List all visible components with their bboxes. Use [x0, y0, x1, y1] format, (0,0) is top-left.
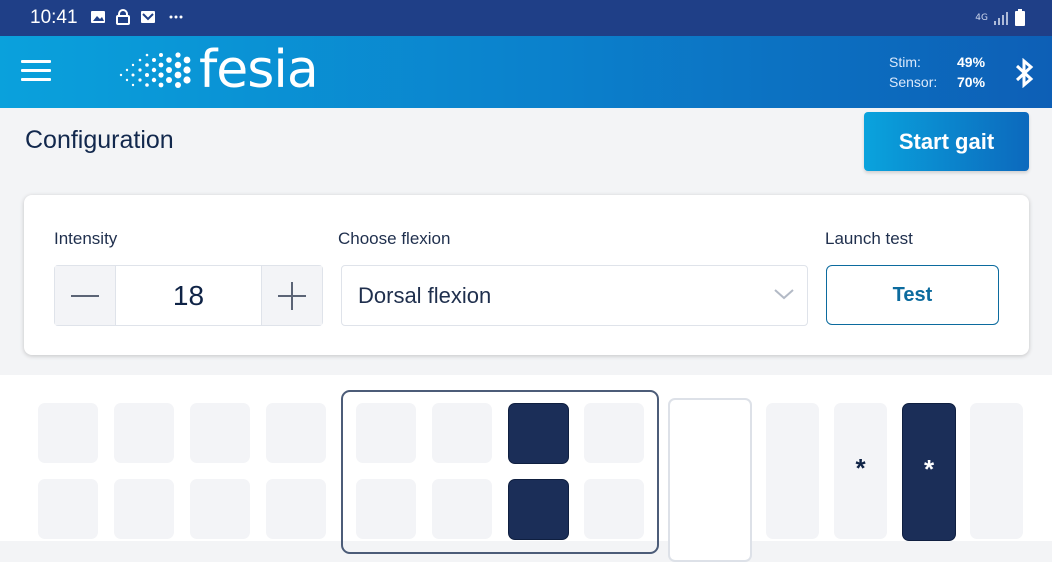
sensor-value: 70% — [957, 74, 986, 90]
electrode-pad-r1-c7-active[interactable] — [508, 403, 569, 464]
increase-intensity-button[interactable] — [261, 266, 322, 325]
sensor-label: Sensor: — [889, 74, 938, 90]
flexion-selected-value: Dorsal flexion — [358, 283, 492, 308]
electrode-pad-r1-c8[interactable] — [584, 403, 644, 463]
minus-icon — [71, 294, 99, 297]
more-dots-icon — [169, 15, 183, 19]
stim-level: Stim: 49% — [889, 52, 985, 72]
levels-readout: Stim: 49% Sensor: 70% — [889, 52, 985, 92]
electrode-column-2[interactable]: * — [834, 403, 887, 539]
electrode-pad-r2-c8[interactable] — [584, 479, 644, 539]
electrode-pad-r2-c2[interactable] — [114, 479, 174, 539]
configuration-card: Intensity Choose flexion Dorsal flexion … — [24, 195, 1029, 355]
flexion-label: Choose flexion — [338, 229, 451, 248]
hamburger-menu-icon[interactable] — [21, 60, 51, 84]
stim-value: 49% — [957, 54, 986, 70]
stim-label: Stim: — [889, 54, 921, 70]
chevron-down-icon — [774, 289, 794, 300]
electrode-panel: * * — [0, 375, 1052, 562]
battery-icon — [1015, 9, 1025, 26]
fesia-logo: fesia — [113, 40, 319, 100]
electrode-pad-r2-c1[interactable] — [38, 479, 98, 539]
mail-icon — [141, 11, 155, 23]
lock-icon — [116, 9, 130, 25]
electrode-pad-r1-c1[interactable] — [38, 403, 98, 463]
electrode-slot-empty[interactable] — [668, 398, 752, 562]
logo-dots-icon — [119, 52, 191, 88]
electrode-pad-r1-c3[interactable] — [190, 403, 250, 463]
electrode-column-3-active[interactable]: * — [902, 403, 956, 541]
plus-icon — [278, 281, 306, 310]
app-header: fesia Stim: 49% Sensor: 70% — [0, 36, 1052, 108]
electrode-pad-r1-c5[interactable] — [356, 403, 416, 463]
electrode-pad-r1-c4[interactable] — [266, 403, 326, 463]
electrode-column-4[interactable] — [970, 403, 1023, 539]
bluetooth-icon[interactable] — [1011, 58, 1037, 88]
flexion-select[interactable]: Dorsal flexion — [341, 265, 808, 326]
signal-icon — [994, 12, 1008, 25]
status-bar: 10:41 4G — [0, 0, 1052, 36]
status-time: 10:41 — [30, 7, 78, 28]
electrode-pad-r1-c2[interactable] — [114, 403, 174, 463]
decrease-intensity-button[interactable] — [55, 266, 116, 325]
test-button[interactable]: Test — [826, 265, 999, 325]
intensity-stepper — [54, 265, 323, 326]
page-title: Configuration — [25, 126, 174, 154]
intensity-input[interactable] — [116, 266, 261, 325]
network-type: 4G — [975, 12, 988, 23]
electrode-pad-r2-c4[interactable] — [266, 479, 326, 539]
brand-name: fesia — [199, 40, 319, 100]
electrode-pad-r2-c5[interactable] — [356, 479, 416, 539]
sensor-level: Sensor: 70% — [889, 72, 985, 92]
electrode-pad-r2-c6[interactable] — [432, 479, 492, 539]
image-icon — [91, 11, 105, 23]
active-star: * — [923, 454, 935, 484]
electrode-pad-r2-c7-active[interactable] — [508, 479, 569, 540]
electrode-pad-r1-c6[interactable] — [432, 403, 492, 463]
start-gait-button[interactable]: Start gait — [864, 112, 1029, 171]
electrode-column-1[interactable] — [766, 403, 819, 539]
intensity-label: Intensity — [54, 229, 118, 248]
electrode-pad-r2-c3[interactable] — [190, 479, 250, 539]
launch-test-label: Launch test — [825, 229, 913, 248]
reference-star: * — [855, 453, 866, 483]
